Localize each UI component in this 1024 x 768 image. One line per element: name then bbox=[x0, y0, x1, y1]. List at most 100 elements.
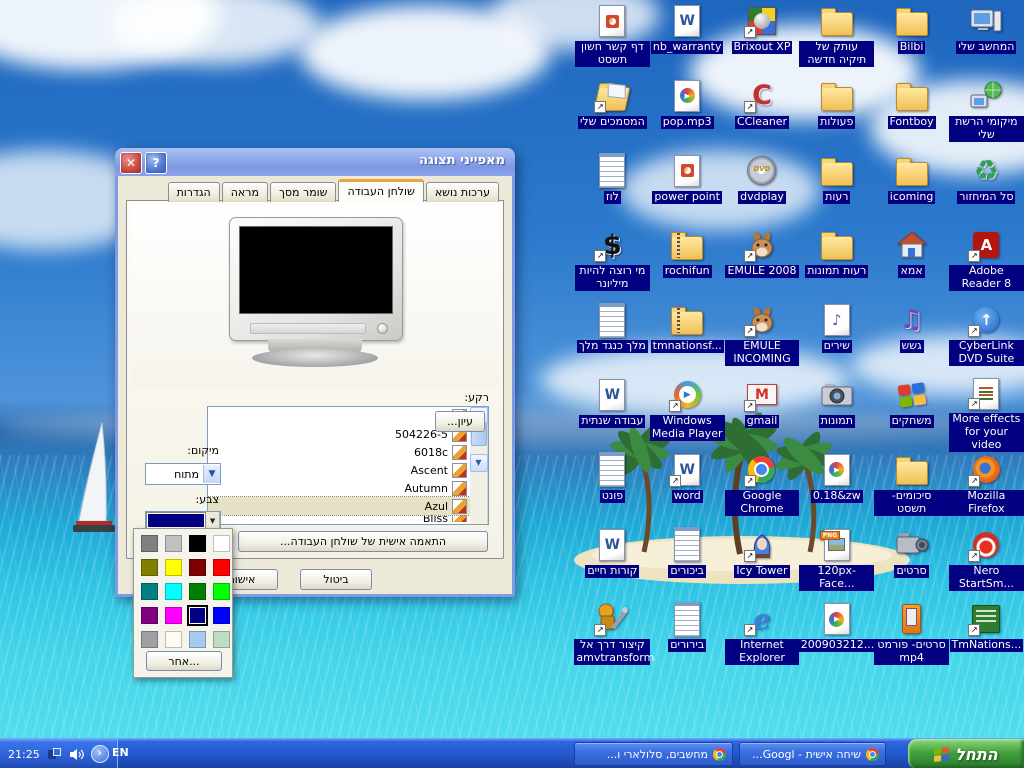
wallpaper-item[interactable]: Autumn bbox=[208, 479, 470, 497]
desktop-icon[interactable]: PNG 120px-Face... bbox=[799, 526, 874, 601]
desktop-icon[interactable]: W↗ word bbox=[650, 451, 725, 526]
color-swatch[interactable] bbox=[165, 535, 182, 552]
wallpaper-item[interactable]: Bliss bbox=[208, 515, 470, 522]
position-combobox[interactable]: ▼ מתוח bbox=[145, 463, 221, 485]
desktop-icon[interactable]: M↗ gmail bbox=[725, 376, 800, 451]
desktop-icon[interactable]: ↗ Google Chrome bbox=[725, 451, 800, 526]
desktop-icon[interactable]: ♻ סל המיחזור bbox=[949, 152, 1024, 227]
desktop-icon[interactable]: מלך כנגד מלך bbox=[575, 301, 650, 376]
color-swatch[interactable] bbox=[213, 535, 230, 552]
color-swatch[interactable] bbox=[141, 583, 158, 600]
desktop-icon[interactable]: A↗ Adobe Reader 8 bbox=[949, 226, 1024, 301]
desktop-icon[interactable]: $↗ מי רוצה להיות מיליונר bbox=[575, 226, 650, 301]
desktop-icon[interactable]: C↗ CCleaner bbox=[725, 77, 800, 152]
desktop-icon[interactable]: ↗ EMULE INCOMING bbox=[725, 301, 800, 376]
color-swatch[interactable] bbox=[165, 631, 182, 648]
browse-button[interactable]: עיון... bbox=[435, 411, 485, 432]
desktop-icon[interactable]: Bilbi bbox=[874, 2, 949, 77]
desktop-icon[interactable]: W קורות חיים bbox=[575, 526, 650, 601]
other-color-button[interactable]: אחר... bbox=[146, 651, 222, 671]
desktop-icon[interactable]: המחשב שלי bbox=[949, 2, 1024, 77]
desktop-icon[interactable]: icoming bbox=[874, 152, 949, 227]
color-swatch[interactable] bbox=[213, 583, 230, 600]
dialog-tab[interactable]: מראה bbox=[222, 182, 268, 202]
desktop-icon[interactable]: ↗ Mozilla Firefox bbox=[949, 451, 1024, 526]
wallpaper-item[interactable]: Azul bbox=[208, 497, 470, 515]
desktop-icon[interactable]: פונט bbox=[575, 451, 650, 526]
desktop-icon[interactable]: רעות תמונות bbox=[799, 226, 874, 301]
help-icon[interactable]: ? bbox=[145, 152, 167, 174]
color-swatch[interactable] bbox=[189, 559, 206, 576]
scroll-down-icon[interactable]: ▼ bbox=[470, 454, 488, 472]
chevron-down-icon[interactable]: ▼ bbox=[206, 512, 220, 529]
color-swatch[interactable] bbox=[189, 535, 206, 552]
color-swatch[interactable] bbox=[141, 559, 158, 576]
desktop-icon[interactable]: ♪ שירים bbox=[799, 301, 874, 376]
chevron-down-icon[interactable]: ▼ bbox=[203, 465, 220, 483]
language-indicator[interactable]: EN bbox=[112, 746, 129, 759]
desktop-icon[interactable]: ↑↗ CyberLink DVD Suite bbox=[949, 301, 1024, 376]
desktop-icon[interactable]: אמא bbox=[874, 226, 949, 301]
dialog-tab[interactable]: שולחן העבודה bbox=[338, 179, 423, 202]
desktop-icon[interactable]: ♫ גשש bbox=[874, 301, 949, 376]
color-swatch[interactable] bbox=[141, 607, 158, 624]
color-swatch[interactable] bbox=[165, 607, 182, 624]
desktop-icon[interactable]: ▶↗ Windows Media Player bbox=[650, 376, 725, 451]
wallpaper-item[interactable]: Ascent bbox=[208, 461, 470, 479]
dialog-tab[interactable]: ערכות נושא bbox=[426, 182, 499, 202]
color-swatch[interactable] bbox=[141, 535, 158, 552]
dialog-titlebar[interactable]: מאפייני תצוגה ✕ ? bbox=[115, 148, 515, 176]
wallpaper-item[interactable]: 6018c bbox=[208, 443, 470, 461]
customize-desktop-button[interactable]: התאמה אישית של שולחן העבודה... bbox=[238, 531, 488, 552]
desktop-icon[interactable]: ↗ More effects for your video bbox=[949, 376, 1024, 451]
desktop-icon[interactable]: סיכומים- תשסט bbox=[874, 451, 949, 526]
color-swatch[interactable] bbox=[165, 559, 182, 576]
taskbar-task-button[interactable]: שיחה אישית - Googl... bbox=[739, 742, 886, 766]
desktop-icon[interactable]: ↗ Brixout XP bbox=[725, 2, 800, 77]
desktop-icon[interactable]: W nb_warranty bbox=[650, 2, 725, 77]
desktop-icon[interactable]: ↗ EMULE 2008 bbox=[725, 226, 800, 301]
close-icon[interactable]: ✕ bbox=[120, 152, 142, 174]
color-swatch[interactable] bbox=[213, 631, 230, 648]
cancel-button[interactable]: ביטול bbox=[300, 569, 372, 590]
desktop-icon[interactable]: tmnationsf... bbox=[650, 301, 725, 376]
color-swatch[interactable] bbox=[213, 559, 230, 576]
desktop-icon[interactable]: סרטים bbox=[874, 526, 949, 601]
desktop-icon[interactable]: rochifun bbox=[650, 226, 725, 301]
desktop-icon[interactable]: דף קשר חשון תשסט bbox=[575, 2, 650, 77]
desktop-icon[interactable]: Fontboy bbox=[874, 77, 949, 152]
desktop-icon[interactable]: בירורים bbox=[650, 600, 725, 675]
color-swatch[interactable] bbox=[165, 583, 182, 600]
desktop-icon[interactable]: e↗ Internet Explorer bbox=[725, 600, 800, 675]
wallpaper-item[interactable]: 504226-5 bbox=[208, 425, 470, 443]
desktop-icon[interactable]: ↗ Nero StartSm... bbox=[949, 526, 1024, 601]
desktop-icon[interactable]: ↗ קיצור דרך אל amvtransform bbox=[575, 600, 650, 675]
volume-icon[interactable] bbox=[69, 747, 84, 761]
show-hidden-icons-chevron[interactable]: › bbox=[91, 745, 109, 763]
desktop-icon[interactable]: ↗ TmNations... bbox=[949, 600, 1024, 675]
desktop-icon[interactable]: ↗ Icy Tower bbox=[725, 526, 800, 601]
desktop-icon[interactable]: ▶ 200903212... bbox=[799, 600, 874, 675]
color-swatch[interactable] bbox=[213, 607, 230, 624]
desktop-icon[interactable]: סרטים- פורמט mp4 bbox=[874, 600, 949, 675]
desktop-icon[interactable]: משחקים bbox=[874, 376, 949, 451]
desktop-icon[interactable]: תמונות bbox=[799, 376, 874, 451]
taskbar-task-button[interactable]: מחשבים, סלולארי ו... bbox=[574, 742, 733, 766]
wallpaper-item[interactable]: 2 bbox=[208, 407, 470, 425]
color-swatch[interactable] bbox=[141, 631, 158, 648]
desktop-icon[interactable]: ↗ המסמכים שלי bbox=[575, 77, 650, 152]
desktop-icon[interactable]: ביכורים bbox=[650, 526, 725, 601]
desktop-icon[interactable]: W עבודה שנתית bbox=[575, 376, 650, 451]
dialog-tab[interactable]: הגדרות bbox=[168, 182, 220, 202]
start-button[interactable]: התחל bbox=[908, 739, 1024, 768]
dialog-tab[interactable]: שומר מסך bbox=[270, 182, 337, 202]
desktop-icon[interactable]: מיקומי הרשת שלי bbox=[949, 77, 1024, 152]
desktop-icon[interactable]: לוז bbox=[575, 152, 650, 227]
color-swatch[interactable] bbox=[189, 631, 206, 648]
desktop-icon[interactable]: עותק של תיקיה חדשה bbox=[799, 2, 874, 77]
desktop-icon[interactable]: DVD dvdplay bbox=[725, 152, 800, 227]
messenger-icon[interactable] bbox=[47, 747, 62, 761]
desktop-icon[interactable]: רעות bbox=[799, 152, 874, 227]
desktop-icon[interactable]: ▶ pop.mp3 bbox=[650, 77, 725, 152]
desktop-icon[interactable]: power point bbox=[650, 152, 725, 227]
